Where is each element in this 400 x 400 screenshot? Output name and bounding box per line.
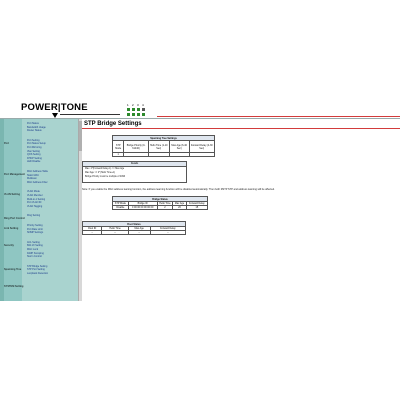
sidebar-section-label: Link Setting (4, 227, 19, 230)
bridge-hello-header: Hello Time (156, 201, 174, 206)
param-rule: Max Age >= 2*(Hello Time+1) (85, 172, 116, 174)
root-maxage-value: -- (127, 230, 151, 235)
sidebar-item[interactable]: Multicast (27, 177, 36, 180)
logo: POWER|TONE (21, 102, 88, 113)
sidebar-item[interactable]: MAC Lock (27, 248, 38, 251)
header-red-rule (157, 116, 400, 117)
port-number: 1 (127, 103, 129, 107)
sidebar-item[interactable]: Storm Control (27, 255, 42, 258)
sidebar: Port Status Bandwidth Usage Router Status P… (0, 119, 78, 301)
sidebar-item[interactable]: Port Status Setup (27, 142, 46, 145)
port-number: 2 (132, 103, 134, 107)
port-number: 4 (142, 103, 144, 107)
root-status-table: Root Status Root ID Hello Time Max Age F… (81, 221, 187, 235)
forward-delay-input[interactable] (188, 152, 215, 157)
port-indicator-icon[interactable] (132, 113, 135, 116)
sidebar-item[interactable]: 802.1X Setting (27, 244, 43, 247)
sidebar-item[interactable]: Loopback Detection (27, 272, 48, 275)
sidebar-left-strip (0, 119, 4, 301)
sidebar-item[interactable]: Port Mirroring (27, 146, 41, 149)
sidebar-item[interactable]: VLAN Mode (27, 190, 40, 193)
sidebar-item[interactable]: Bandwidth Usage (27, 126, 46, 129)
sidebar-item[interactable]: SNMP Settings (27, 231, 43, 234)
bridge-id-value: 0 00 00 00 00 00 00 (127, 205, 158, 210)
sidebar-item[interactable]: Router Status (27, 129, 42, 132)
hello-time-input[interactable] (147, 152, 170, 157)
root-id-value: -- (81, 230, 103, 235)
stp-mode-select[interactable]: 1 (111, 152, 125, 157)
sidebar-section-label: Ring Port Control (4, 217, 25, 221)
port-indicator-icon[interactable] (142, 113, 145, 116)
sidebar-item[interactable]: Multi-to-1 Setting (27, 198, 45, 201)
sidebar-section-label: Security (4, 243, 14, 247)
sidebar-item[interactable]: VLAN Member (27, 194, 43, 197)
bridge-fwd-header: Forward Delay (185, 201, 209, 206)
bridge-stp-mode-header: STP Mode (112, 201, 129, 206)
max-age-input[interactable] (168, 152, 190, 157)
bridge-priority-header: Bridge Priority (0-61440) (123, 140, 149, 153)
port-indicator-icon[interactable] (132, 108, 135, 111)
sidebar-item[interactable]: QOS Setting (27, 153, 40, 156)
bridge-stp-mode-value: Disable (112, 205, 129, 210)
root-fwd-value: -- (149, 230, 187, 235)
sidebar-item[interactable]: DHCP Setting (27, 157, 42, 160)
stp-settings-table: Spanning Tree Settings STP Mode Bridge P… (111, 135, 215, 157)
sidebar-item[interactable]: VLAN Tagging (27, 205, 42, 208)
root-hello-value: -- (101, 230, 129, 235)
port-indicator-icon[interactable] (142, 108, 145, 111)
param-rule: Max. 2*(Forward Delay-1) >= Max Age (85, 168, 125, 170)
bridge-maxage-value: 20 (172, 205, 187, 210)
port-indicator-icon[interactable] (127, 108, 130, 111)
sidebar-item[interactable]: MAC Address Filter (27, 181, 48, 184)
sidebar-item[interactable]: Port Status (27, 122, 39, 125)
sidebar-section-label: VLAN Setting (4, 193, 20, 197)
sidebar-section-label: Port Management (4, 173, 25, 176)
page-title: STP Bridge Settings (84, 121, 142, 127)
sidebar-item[interactable]: IGMP Snooping (27, 252, 44, 255)
title-rule (82, 128, 400, 129)
sidebar-item[interactable]: Static MAC (27, 174, 39, 177)
sidebar-item[interactable]: Port VLAN ID (27, 201, 41, 204)
sidebar-item[interactable]: Port Rate Limit (27, 228, 43, 231)
sidebar-item[interactable]: Port Setting (27, 139, 40, 142)
stp-mode-header: STP Mode (111, 140, 125, 153)
parameter-box: Details Max. 2*(Forward Delay-1) >= Max … (82, 161, 187, 183)
max-age-header: Max Age (6-40 Sec) (168, 140, 190, 153)
port-indicator-icon[interactable] (137, 113, 140, 116)
sidebar-section-label: SYSTEM Setting (4, 284, 24, 288)
port-indicator-icon[interactable] (137, 108, 140, 111)
forward-delay-header: Forward Delay (4-30 Sec) (188, 140, 215, 153)
main-content: STP Bridge Settings Spanning Tree Settin… (81, 119, 400, 301)
sidebar-section-label: Port (4, 141, 9, 145)
sidebar-item[interactable]: Vlan Setting (27, 150, 40, 153)
sidebar-item[interactable]: STP Port Setting (27, 268, 45, 271)
logo-underline (60, 114, 120, 115)
bridge-priority-input[interactable] (123, 152, 149, 157)
sidebar-item[interactable]: Priority Setting (27, 224, 43, 227)
sidebar-section-label: Spanning Tree (4, 267, 22, 271)
bridge-fwd-value: 15 (185, 205, 209, 210)
port-indicator-icon[interactable] (127, 113, 130, 116)
bridge-maxage-header: Max Age (172, 201, 187, 206)
sidebar-item[interactable]: ACL Setting (27, 241, 40, 244)
sidebar-item[interactable]: MAC Address Table (27, 170, 48, 173)
hello-time-header: Hello Time (1-10 Sec) (147, 140, 170, 153)
parameter-box-label: Details (83, 162, 186, 167)
bridge-hello-value: 2 (156, 205, 174, 210)
param-rule: Bridge Priority must be multiple of 4096 (85, 176, 126, 178)
sidebar-item[interactable]: Ring Setting (27, 214, 40, 217)
sidebar-item[interactable]: LED Disable (27, 160, 40, 163)
port-number: 3 (137, 103, 139, 107)
bridge-status-table: Bridge Status STP Mode Bridge ID Hello T… (112, 196, 209, 210)
sidebar-item[interactable]: STP Bridge Setting (27, 265, 47, 268)
note-text: Note: If you enable the MAC address lean… (82, 188, 275, 191)
